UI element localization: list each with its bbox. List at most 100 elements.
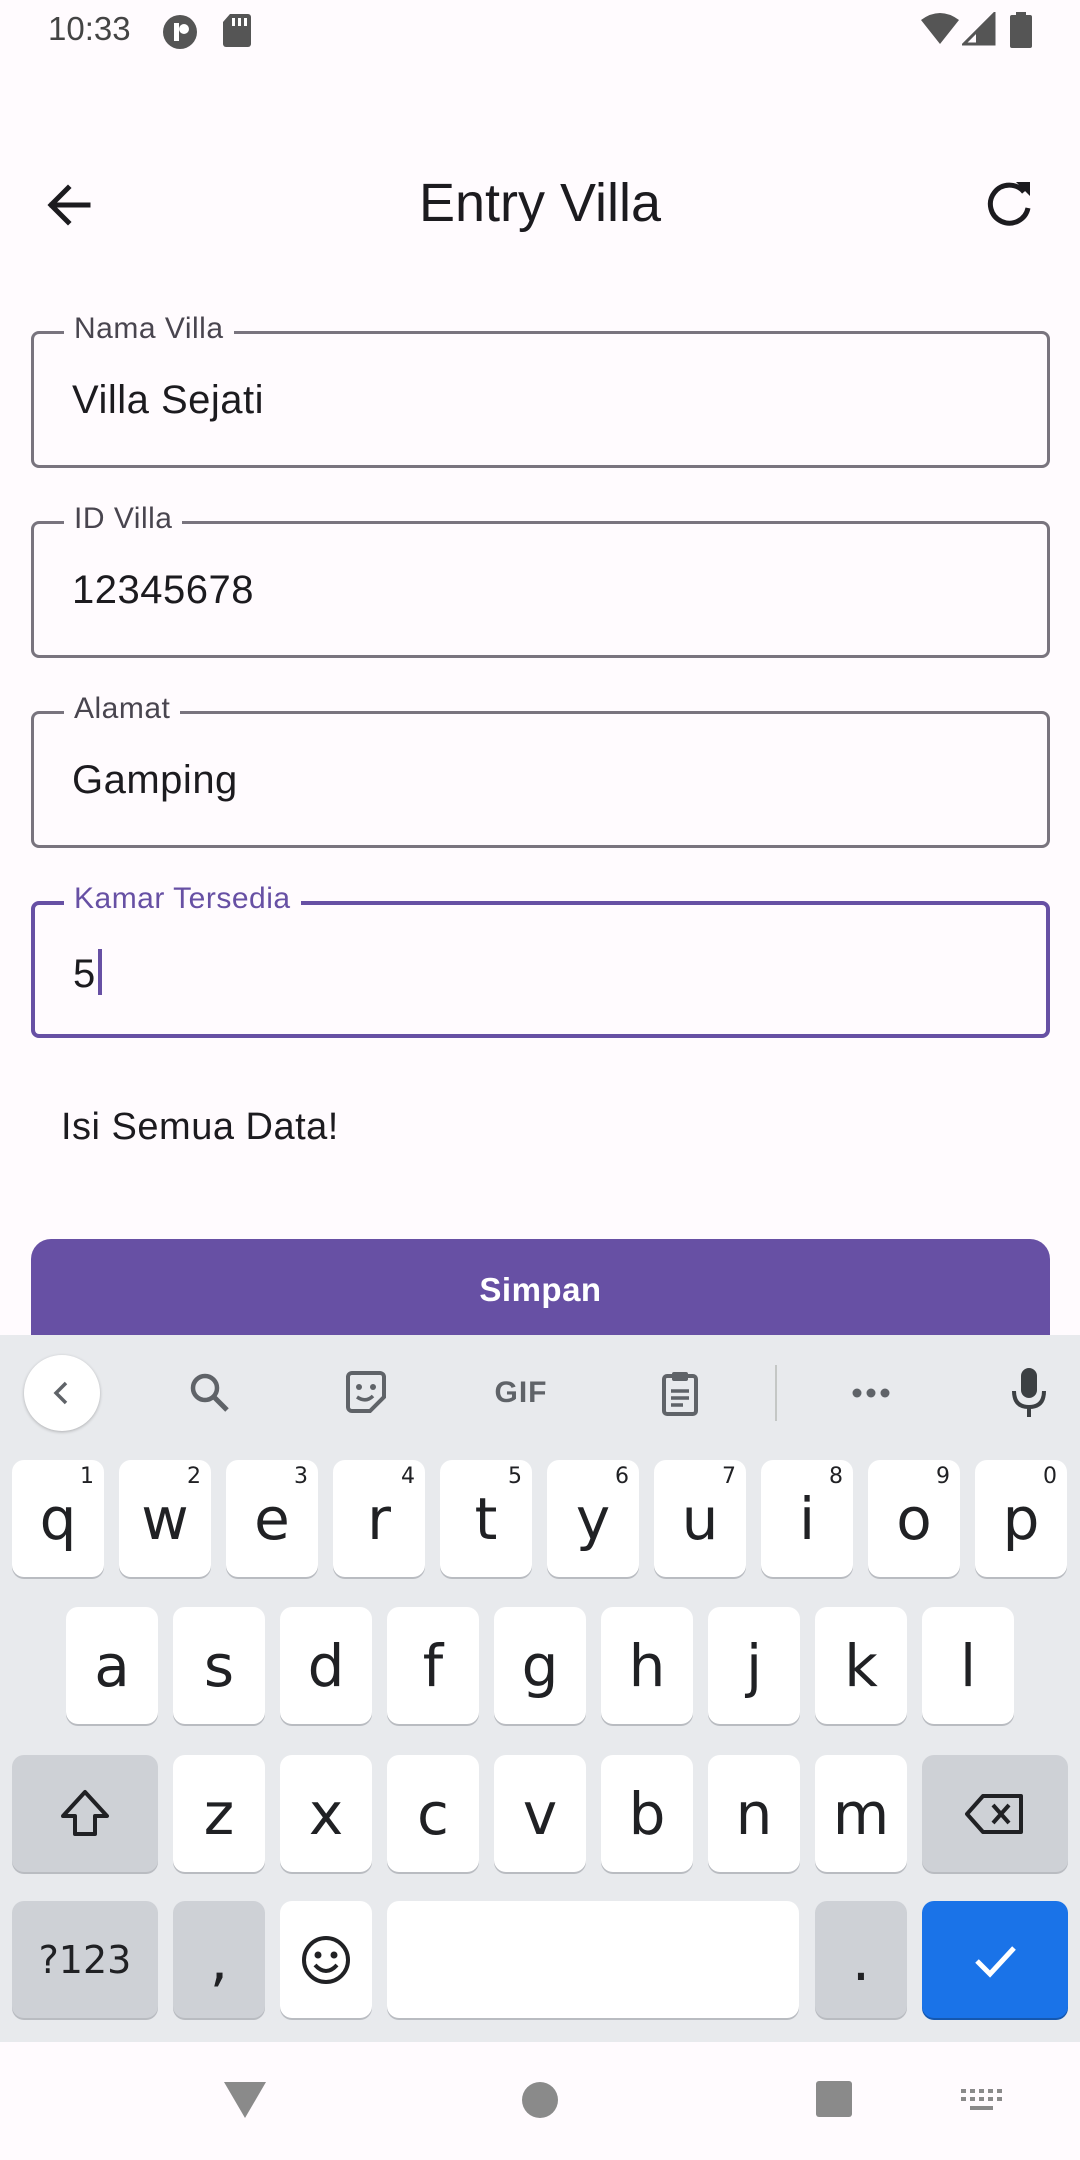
voice-input-button[interactable] xyxy=(991,1355,1067,1431)
key-hint: 9 xyxy=(936,1464,950,1489)
key-hint: 0 xyxy=(1043,1464,1057,1489)
id-villa-label: ID Villa xyxy=(64,502,183,536)
clipboard-icon xyxy=(662,1372,698,1416)
key-i[interactable]: i8 xyxy=(761,1460,853,1577)
gif-label: GIF xyxy=(494,1376,548,1409)
refresh-icon xyxy=(987,182,1031,226)
app-notification-icon xyxy=(163,15,197,49)
gif-button[interactable]: GIF xyxy=(483,1355,559,1431)
alamat-label: Alamat xyxy=(64,692,181,726)
nama-villa-label: Nama Villa xyxy=(64,312,234,346)
key-hint: 2 xyxy=(187,1464,201,1489)
emoji-icon xyxy=(302,1935,350,1984)
top-app-bar: Entry Villa xyxy=(0,140,1080,260)
alamat-value: Gamping xyxy=(72,758,238,802)
key-label: e xyxy=(254,1484,290,1553)
back-nav-icon[interactable] xyxy=(222,2080,268,2120)
key-x[interactable]: x xyxy=(280,1755,372,1872)
more-options-button[interactable] xyxy=(833,1355,909,1431)
sticker-icon xyxy=(346,1371,386,1413)
key-hint: 1 xyxy=(80,1464,94,1489)
shift-icon xyxy=(61,1789,109,1836)
sd-card-icon xyxy=(223,14,251,47)
key-f[interactable]: f xyxy=(387,1607,479,1724)
key-label: p xyxy=(1002,1484,1040,1553)
keyboard-switch-icon[interactable] xyxy=(960,2088,1004,2114)
home-nav-icon[interactable] xyxy=(520,2080,560,2120)
key-hint: 8 xyxy=(829,1464,843,1489)
key-label: o xyxy=(896,1484,932,1553)
more-horizontal-icon xyxy=(852,1388,890,1398)
text-cursor xyxy=(97,949,102,995)
key-label: u xyxy=(681,1484,719,1553)
key-label: y xyxy=(575,1484,611,1553)
period-key[interactable]: . xyxy=(815,1901,907,2018)
key-label: w xyxy=(141,1484,189,1553)
space-key[interactable] xyxy=(387,1901,799,2018)
status-bar: 10:33 xyxy=(0,0,1080,66)
backspace-icon xyxy=(965,1793,1023,1834)
sticker-button[interactable] xyxy=(328,1355,404,1431)
key-e[interactable]: e3 xyxy=(226,1460,318,1577)
key-label: r xyxy=(367,1484,391,1553)
comma-key[interactable]: , xyxy=(173,1901,265,2018)
key-l[interactable]: l xyxy=(922,1607,1014,1724)
key-q[interactable]: q1 xyxy=(12,1460,104,1577)
backspace-key[interactable] xyxy=(922,1755,1068,1872)
checkmark-icon xyxy=(975,1945,1016,1978)
key-w[interactable]: w2 xyxy=(119,1460,211,1577)
done-key[interactable] xyxy=(922,1901,1068,2018)
kamar-tersedia-label: Kamar Tersedia xyxy=(64,882,301,916)
emoji-key[interactable] xyxy=(280,1901,372,2018)
refresh-button[interactable] xyxy=(976,172,1042,238)
shift-key[interactable] xyxy=(12,1755,158,1872)
key-d[interactable]: d xyxy=(280,1607,372,1724)
kamar-tersedia-value-wrap: 5 xyxy=(73,949,102,997)
key-o[interactable]: o9 xyxy=(868,1460,960,1577)
collapse-toolbar-button[interactable] xyxy=(24,1355,100,1431)
kamar-tersedia-value: 5 xyxy=(73,952,96,996)
key-r[interactable]: r4 xyxy=(333,1460,425,1577)
key-m[interactable]: m xyxy=(815,1755,907,1872)
key-z[interactable]: z xyxy=(173,1755,265,1872)
key-k[interactable]: k xyxy=(815,1607,907,1724)
key-hint: 4 xyxy=(401,1464,415,1489)
id-villa-field[interactable]: ID Villa 12345678 xyxy=(31,502,1050,658)
key-h[interactable]: h xyxy=(601,1607,693,1724)
save-button[interactable]: Simpan xyxy=(31,1239,1050,1345)
id-villa-value: 12345678 xyxy=(72,568,254,612)
key-c[interactable]: c xyxy=(387,1755,479,1872)
key-label: q xyxy=(39,1484,77,1553)
kamar-tersedia-field[interactable]: Kamar Tersedia 5 xyxy=(31,882,1050,1038)
navigation-bar xyxy=(0,2042,1080,2160)
nama-villa-value: Villa Sejati xyxy=(72,378,265,422)
key-j[interactable]: j xyxy=(708,1607,800,1724)
key-g[interactable]: g xyxy=(494,1607,586,1724)
status-time: 10:33 xyxy=(48,10,131,47)
key-p[interactable]: p0 xyxy=(975,1460,1067,1577)
key-y[interactable]: y6 xyxy=(547,1460,639,1577)
validation-message: Isi Semua Data! xyxy=(61,1106,339,1148)
nama-villa-field[interactable]: Nama Villa Villa Sejati xyxy=(31,312,1050,468)
key-a[interactable]: a xyxy=(66,1607,158,1724)
search-button[interactable] xyxy=(172,1355,248,1431)
key-hint: 5 xyxy=(508,1464,522,1489)
key-b[interactable]: b xyxy=(601,1755,693,1872)
key-t[interactable]: t5 xyxy=(440,1460,532,1577)
key-label: i xyxy=(798,1484,816,1553)
key-v[interactable]: v xyxy=(494,1755,586,1872)
wifi-icon xyxy=(921,13,959,44)
key-hint: 7 xyxy=(722,1464,736,1489)
key-u[interactable]: u7 xyxy=(654,1460,746,1577)
symbols-key[interactable]: ?123 xyxy=(12,1901,158,2018)
key-n[interactable]: n xyxy=(708,1755,800,1872)
clipboard-button[interactable] xyxy=(642,1355,718,1431)
key-s[interactable]: s xyxy=(173,1607,265,1724)
key-hint: 6 xyxy=(615,1464,629,1489)
keyboard-toolbar: GIF xyxy=(0,1335,1080,1445)
chevron-left-icon xyxy=(53,1381,68,1405)
alamat-field[interactable]: Alamat Gamping xyxy=(31,692,1050,848)
recents-nav-icon[interactable] xyxy=(815,2080,853,2118)
search-icon xyxy=(190,1373,229,1412)
signal-icon xyxy=(962,12,996,46)
